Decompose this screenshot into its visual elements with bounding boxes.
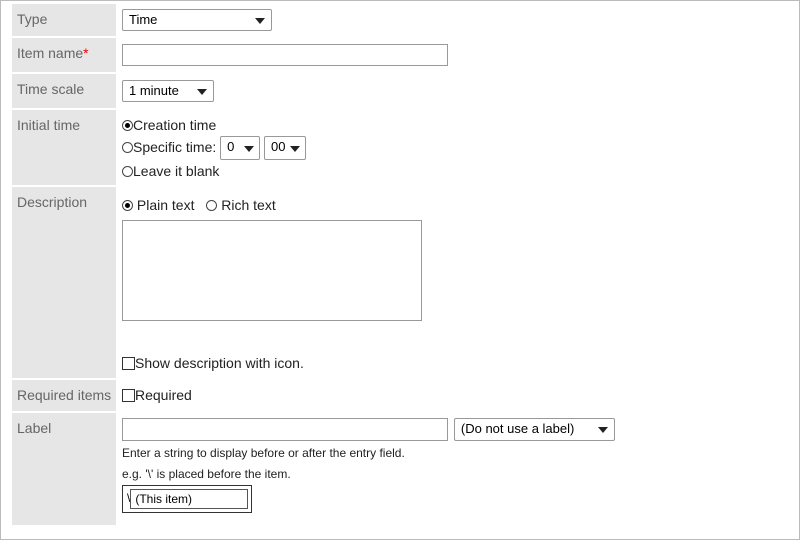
initial-time-label: Initial time [12,110,116,185]
time-scale-select-value: 1 minute [129,83,179,98]
label-hint: Enter a string to display before or afte… [122,446,405,460]
initial-time-option-specific[interactable]: Specific time: 0 00 [122,136,788,161]
required-checkbox[interactable] [122,389,135,402]
item-name-label: Item name* [12,38,116,72]
item-settings-form: Type Time Item name* Time scale 1 minute… [12,4,788,527]
label-position-select[interactable]: (Do not use a label) [453,418,615,441]
initial-time-option-blank[interactable]: Leave it blank [122,160,788,182]
row-time-scale: Time scale 1 minute [12,74,788,108]
minute-select[interactable]: 00 [264,136,307,161]
initial-time-option-creation[interactable]: Creation time [122,114,788,136]
required-checkbox-label: Required [135,387,192,403]
chevron-down-icon [255,18,265,24]
row-type: Type Time [12,4,788,36]
chevron-down-icon [290,146,301,153]
minute-select-value: 00 [271,139,286,155]
chevron-down-icon [597,427,608,433]
label-inputs: (Do not use a label) [122,418,788,441]
row-required-items: Required items Required [12,380,788,411]
type-label: Type [12,4,116,36]
specific-time-radio[interactable] [122,142,133,153]
row-item-name: Item name* [12,38,788,72]
plain-text-option-label: Plain text [136,197,195,213]
label-example: e.g. '\' is placed before the item. [122,467,291,481]
label-position-select-value: (Do not use a label) [460,421,575,436]
description-textarea[interactable] [122,220,422,321]
creation-time-radio[interactable] [122,120,133,131]
type-select[interactable]: Time [122,9,272,31]
leave-blank-option-label: Leave it blank [133,163,220,180]
label-example-item: (This item) [130,489,249,509]
item-name-input[interactable] [122,44,448,66]
time-scale-select[interactable]: 1 minute [122,80,214,102]
specific-time-option-label: Specific time: [133,139,217,155]
label-label: Label [12,413,116,525]
show-icon-checkbox[interactable] [122,357,135,370]
hour-select[interactable]: 0 [220,136,261,161]
chevron-down-icon [197,89,207,95]
description-label: Description [12,187,116,378]
type-select-value: Time [129,12,158,27]
required-mark: * [83,45,89,61]
creation-time-option-label: Creation time [133,117,217,133]
chevron-down-icon [244,146,255,153]
label-example-preview: \ (This item) [122,485,253,513]
show-icon-option[interactable]: Show description with icon. [122,354,788,372]
label-input[interactable] [122,418,448,441]
rich-text-option-label: Rich text [221,197,276,213]
show-icon-label: Show description with icon. [135,355,304,371]
hour-select-value: 0 [227,139,235,155]
row-initial-time: Initial time Creation time Specific time… [12,110,788,185]
plain-text-radio[interactable] [122,200,133,211]
leave-blank-radio[interactable] [122,166,133,178]
required-items-label: Required items [12,380,116,411]
row-description: Description Plain text Rich text Show de… [12,187,788,378]
description-format-options: Plain text Rich text [122,196,788,214]
item-name-label-text: Item name [17,45,84,61]
row-label: Label (Do not use a label) Enter a strin… [12,413,788,525]
rich-text-radio[interactable] [206,200,218,211]
time-scale-label: Time scale [12,74,116,108]
